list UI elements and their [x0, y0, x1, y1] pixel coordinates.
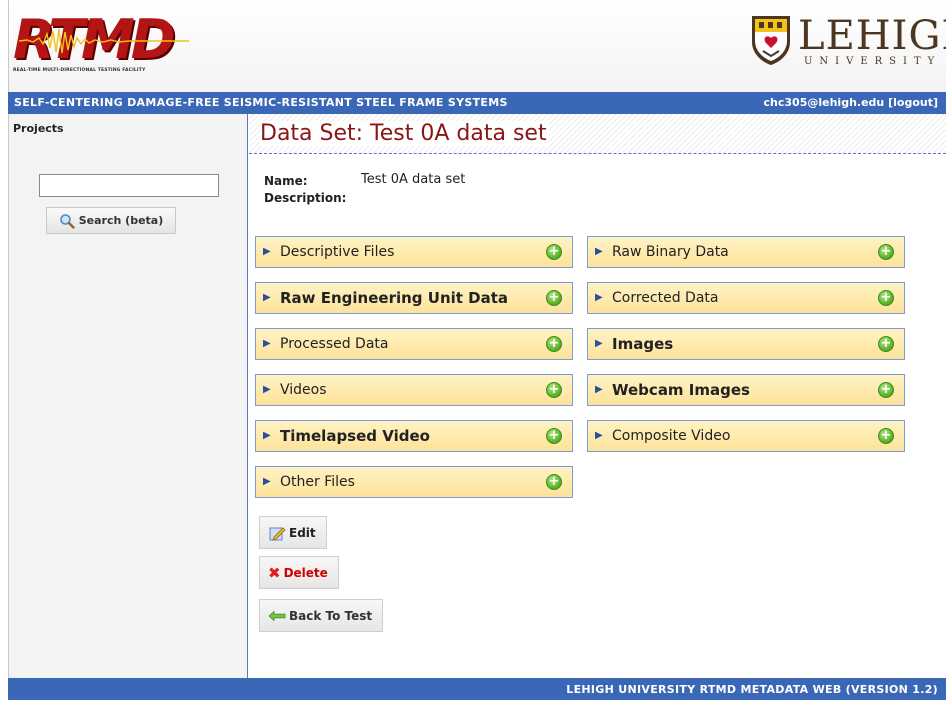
edit-pencil-icon: [269, 526, 286, 541]
page-title: Data Set: Test 0A data set: [260, 121, 549, 146]
delete-button[interactable]: ✖ Delete: [259, 556, 339, 589]
main-content: Data Set: Test 0A data set Name: Test 0A…: [249, 114, 946, 678]
section-label: Other Files: [280, 474, 355, 490]
lehigh-name: LEHIGH: [798, 13, 946, 59]
rtmd-tagline: REAL-TIME MULTI-DIRECTIONAL TESTING FACI…: [13, 68, 146, 73]
back-arrow-icon: [268, 610, 286, 621]
bottom-margin: [0, 700, 946, 706]
site-header: RTMD REAL-TIME MULTI-DIRECTIONAL TESTING…: [8, 0, 946, 92]
magnifier-icon: [59, 213, 75, 229]
description-label: Description:: [264, 191, 347, 205]
add-plus-icon[interactable]: +: [546, 336, 562, 352]
section-composite-video[interactable]: ▶ Composite Video +: [587, 420, 905, 452]
search-input[interactable]: [39, 174, 219, 197]
lehigh-university-logo[interactable]: LEHIGH UNIVERSITY: [750, 14, 946, 76]
expand-arrow-icon: ▶: [263, 476, 271, 487]
project-title[interactable]: SELF-CENTERING DAMAGE-FREE SEISMIC-RESIS…: [14, 96, 508, 109]
section-label: Timelapsed Video: [280, 427, 430, 445]
expand-arrow-icon: ▶: [263, 430, 271, 441]
lehigh-shield-icon: [752, 16, 790, 65]
expand-arrow-icon: ▶: [263, 292, 271, 303]
section-label: Images: [612, 335, 674, 353]
expand-arrow-icon: ▶: [595, 384, 603, 395]
expand-arrow-icon: ▶: [595, 430, 603, 441]
expand-arrow-icon: ▶: [595, 246, 603, 257]
edit-button-label: Edit: [289, 525, 316, 540]
expand-arrow-icon: ▶: [595, 338, 603, 349]
section-processed-data[interactable]: ▶ Processed Data +: [255, 328, 573, 360]
projects-label: Projects: [13, 122, 64, 135]
section-label: Corrected Data: [612, 290, 719, 306]
section-label: Processed Data: [280, 336, 389, 352]
section-other-files[interactable]: ▶ Other Files +: [255, 466, 573, 498]
add-plus-icon[interactable]: +: [878, 336, 894, 352]
page-frame: RTMD REAL-TIME MULTI-DIRECTIONAL TESTING…: [0, 0, 946, 706]
add-plus-icon[interactable]: +: [546, 290, 562, 306]
user-area: chc305@lehigh.edu [logout]: [764, 96, 938, 109]
add-plus-icon[interactable]: +: [546, 382, 562, 398]
footer-text: LEHIGH UNIVERSITY RTMD METADATA WEB (VER…: [566, 683, 938, 696]
add-plus-icon[interactable]: +: [878, 244, 894, 260]
sidebar: Projects Search (beta): [8, 114, 248, 678]
section-webcam-images[interactable]: ▶ Webcam Images +: [587, 374, 905, 406]
section-timelapsed-video[interactable]: ▶ Timelapsed Video +: [255, 420, 573, 452]
back-button-label: Back To Test: [289, 608, 373, 623]
expand-arrow-icon: ▶: [263, 246, 271, 257]
section-label: Composite Video: [612, 428, 731, 444]
add-plus-icon[interactable]: +: [878, 290, 894, 306]
add-plus-icon[interactable]: +: [546, 474, 562, 490]
section-label: Webcam Images: [612, 381, 750, 399]
site-footer: LEHIGH UNIVERSITY RTMD METADATA WEB (VER…: [8, 678, 946, 700]
section-descriptive-files[interactable]: ▶ Descriptive Files +: [255, 236, 573, 268]
section-videos[interactable]: ▶ Videos +: [255, 374, 573, 406]
delete-button-label: Delete: [283, 565, 328, 580]
section-label: Raw Engineering Unit Data: [280, 289, 509, 307]
rtmd-logo[interactable]: RTMD REAL-TIME MULTI-DIRECTIONAL TESTING…: [13, 12, 193, 78]
add-plus-icon[interactable]: +: [878, 428, 894, 444]
expand-arrow-icon: ▶: [263, 338, 271, 349]
section-raw-binary-data[interactable]: ▶ Raw Binary Data +: [587, 236, 905, 268]
search-button-label: Search (beta): [78, 214, 164, 227]
user-email: chc305@lehigh.edu: [763, 96, 885, 109]
page-title-bar: Data Set: Test 0A data set: [249, 114, 946, 154]
name-value: Test 0A data set: [361, 172, 466, 187]
section-images[interactable]: ▶ Images +: [587, 328, 905, 360]
section-label: Raw Binary Data: [612, 244, 729, 260]
add-plus-icon[interactable]: +: [546, 244, 562, 260]
delete-x-icon: ✖: [268, 563, 281, 582]
lehigh-university-subtitle: UNIVERSITY: [804, 56, 942, 67]
expand-arrow-icon: ▶: [263, 384, 271, 395]
edit-button[interactable]: Edit: [259, 516, 327, 549]
add-plus-icon[interactable]: +: [546, 428, 562, 444]
section-label: Descriptive Files: [280, 244, 395, 260]
add-plus-icon[interactable]: +: [878, 382, 894, 398]
section-label: Videos: [280, 382, 327, 398]
section-corrected-data[interactable]: ▶ Corrected Data +: [587, 282, 905, 314]
project-title-bar: SELF-CENTERING DAMAGE-FREE SEISMIC-RESIS…: [8, 92, 946, 114]
name-label: Name:: [264, 174, 308, 188]
search-button[interactable]: Search (beta): [46, 207, 176, 234]
section-raw-engineering-unit-data[interactable]: ▶ Raw Engineering Unit Data +: [255, 282, 573, 314]
back-to-test-button[interactable]: Back To Test: [259, 599, 384, 632]
expand-arrow-icon: ▶: [595, 292, 603, 303]
seismic-wave-icon: [19, 28, 189, 54]
logout-link[interactable]: [logout]: [888, 96, 938, 109]
